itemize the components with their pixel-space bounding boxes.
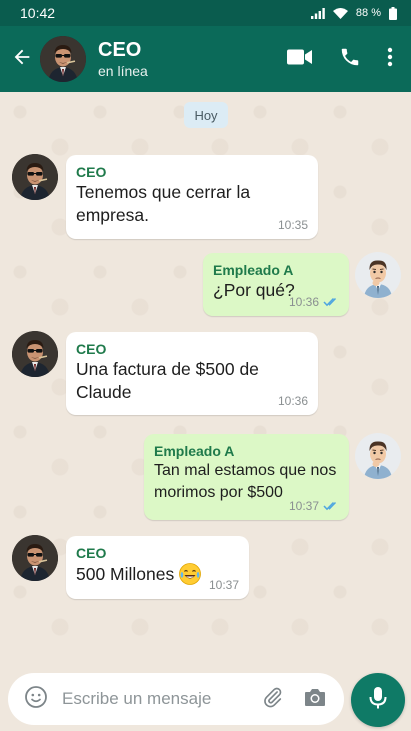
contact-status: en línea (98, 63, 148, 79)
sender-name: CEO (76, 164, 107, 180)
status-bar: 10:42 88 % (0, 0, 411, 26)
battery-icon (389, 6, 397, 20)
video-call-button[interactable] (275, 37, 325, 81)
message-meta: 10:35 (278, 218, 308, 232)
message-bubble-incoming[interactable]: CEO Tenemos que cerrar la empresa. 10:35 (66, 155, 318, 239)
sender-name: CEO (76, 545, 107, 561)
voice-message-button[interactable] (351, 673, 405, 727)
laughing-tears-emoji-icon (178, 562, 202, 586)
message-time: 10:37 (288, 499, 319, 513)
message-line: Tan mal estamos que nos (154, 462, 337, 479)
sender-name: Empleado A (213, 262, 294, 278)
message-line: empresa. (76, 205, 149, 225)
sender-avatar[interactable] (12, 331, 58, 377)
sender-name: Empleado A (154, 443, 235, 459)
message-bubble-incoming[interactable]: CEO 500 Millones 10:37 (66, 536, 249, 599)
wifi-icon (332, 7, 348, 19)
message-line: Tenemos que cerrar la (76, 182, 251, 202)
video-call-icon (287, 48, 313, 71)
message-line: 500 Millones (76, 563, 175, 584)
contact-info[interactable]: CEO en línea (98, 38, 275, 80)
message-time: 10:36 (288, 295, 319, 309)
camera-button[interactable] (294, 675, 336, 723)
more-options-button[interactable] (375, 37, 405, 81)
attach-icon (262, 686, 284, 713)
attach-button[interactable] (252, 675, 294, 723)
message-composer (8, 673, 344, 725)
message-meta: 10:37 (289, 499, 339, 513)
contact-name: CEO (98, 39, 142, 61)
message-meta: 10:37 (209, 578, 239, 592)
date-separator: Hoy (184, 102, 228, 128)
chat-header: CEO en línea (0, 26, 411, 92)
emoji-icon (24, 685, 48, 714)
sender-avatar[interactable] (355, 433, 401, 479)
phone-icon (339, 46, 361, 73)
message-bubble-outgoing[interactable]: Empleado A ¿Por qué? 10:36 (203, 253, 349, 316)
message-bubble-incoming[interactable]: CEO Una factura de $500 de Claude 10:36 (66, 332, 318, 415)
message-bubble-outgoing[interactable]: Empleado A Tan mal estamos que nos morim… (144, 434, 349, 520)
message-time: 10:35 (277, 218, 308, 232)
signal-icon (310, 7, 325, 19)
back-arrow-icon (11, 46, 33, 73)
sender-avatar[interactable] (355, 252, 401, 298)
battery-percent: 88 % (355, 7, 381, 19)
sender-avatar[interactable] (12, 154, 58, 200)
message-meta: 10:36 (289, 295, 339, 309)
sender-avatar[interactable] (12, 535, 58, 581)
chat-area[interactable]: Hoy CEO Tenemos que cerrar la empresa. 1… (0, 92, 411, 662)
more-vert-icon (387, 47, 393, 72)
status-icons: 88 % (310, 6, 397, 20)
camera-icon (304, 687, 326, 712)
read-ticks-icon (323, 501, 339, 511)
message-time: 10:37 (208, 578, 239, 592)
back-button[interactable] (2, 39, 42, 79)
message-time: 10:36 (277, 394, 308, 408)
message-text: Tan mal estamos que nos morimos por $500 (154, 460, 339, 504)
mic-icon (368, 686, 388, 715)
status-time: 10:42 (20, 5, 56, 21)
message-input[interactable] (62, 689, 252, 709)
message-text: Una factura de $500 de Claude (76, 359, 259, 402)
emoji-button[interactable] (12, 675, 60, 723)
message-meta: 10:36 (278, 394, 308, 408)
contact-avatar[interactable] (40, 36, 86, 82)
message-text: Tenemos que cerrar la empresa. (76, 181, 308, 227)
sender-name: CEO (76, 341, 107, 357)
read-ticks-icon (323, 297, 339, 307)
phone-call-button[interactable] (325, 37, 375, 81)
header-actions (275, 37, 405, 81)
